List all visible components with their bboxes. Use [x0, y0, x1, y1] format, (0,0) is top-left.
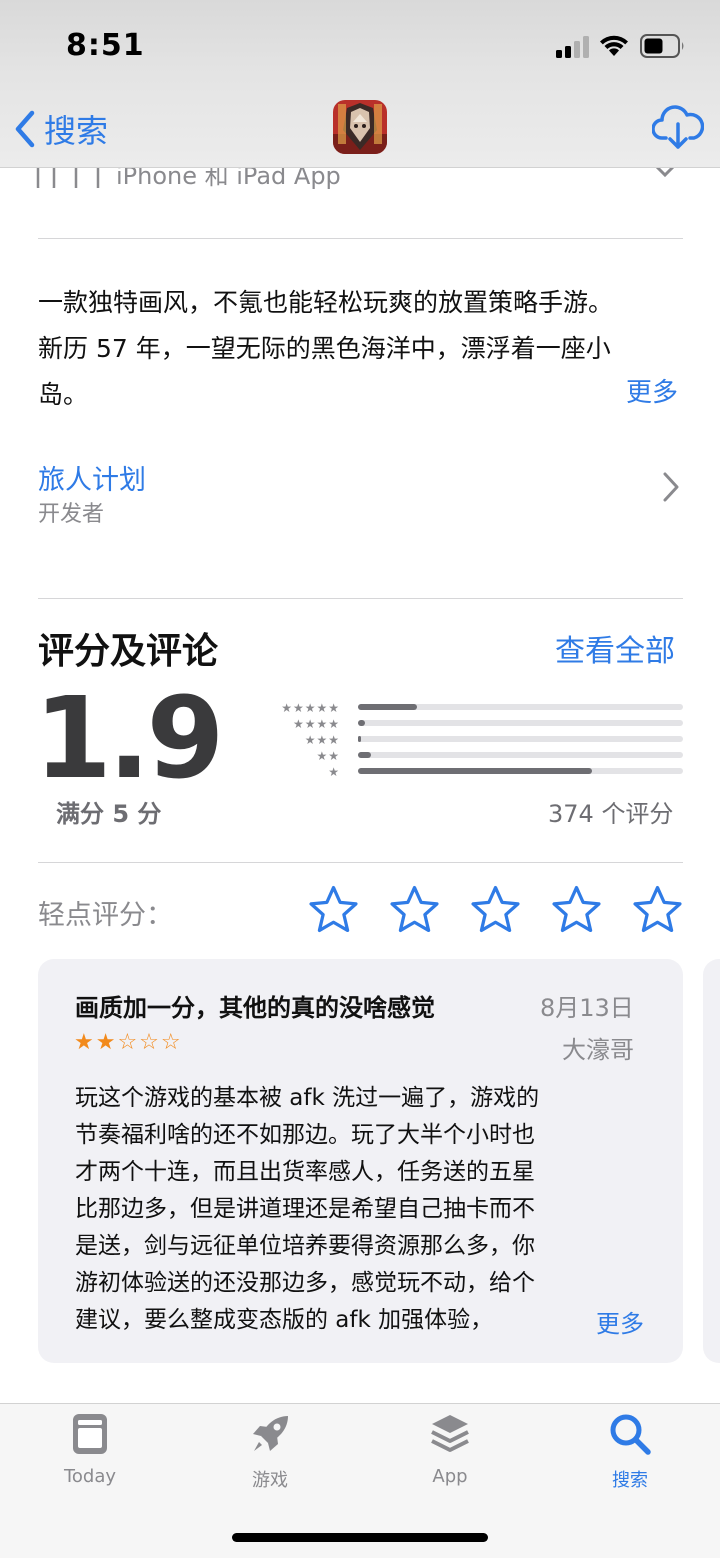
- review-body-line: 节奏福利啥的还不如那边。玩了大半个小时也: [75, 1122, 535, 1148]
- search-icon: [610, 1414, 651, 1455]
- review-stars: ★★☆☆☆: [74, 1030, 183, 1055]
- next-review-card[interactable]: [703, 959, 720, 1363]
- back-button[interactable]: 搜索: [14, 106, 108, 152]
- divider: [38, 238, 683, 239]
- developer-label: 开发者: [38, 502, 105, 527]
- description-line: 岛。: [38, 380, 89, 409]
- signal-icon: [556, 36, 590, 62]
- layers-icon: [431, 1415, 469, 1452]
- rating-out-of: 满分 5 分: [56, 800, 162, 828]
- histogram-star-label: ★★★★: [292, 717, 340, 731]
- histogram-star-label: ★: [328, 765, 340, 779]
- chevron-right-icon[interactable]: [660, 470, 682, 504]
- review-body-line: 比那边多，但是讲道理还是希望自己抽卡而不: [75, 1196, 535, 1222]
- review-body-line: 游初体验送的还没那边多，感觉玩不动，给个: [75, 1270, 535, 1296]
- chevron-left-icon: [15, 110, 35, 148]
- tab-games[interactable]: 游戏: [210, 1412, 330, 1492]
- histogram-bar-fill: [358, 704, 417, 710]
- histogram-bar: [358, 736, 683, 742]
- star-outline-icon[interactable]: [389, 884, 440, 934]
- histogram-bar-fill: [358, 736, 362, 742]
- histogram-bar: [358, 720, 683, 726]
- divider: [38, 598, 683, 599]
- histogram-bar: [358, 704, 683, 710]
- tab-label: 游戏: [252, 1470, 288, 1491]
- review-body-line: 是送，剑与远征单位培养要得资源那么多，你: [75, 1233, 535, 1259]
- review-author: 大濠哥: [562, 1036, 634, 1064]
- home-indicator[interactable]: [232, 1533, 488, 1542]
- histogram-star-label: ★★★: [304, 733, 340, 747]
- ratings-section-title: 评分及评论: [38, 631, 219, 672]
- tab-today[interactable]: Today: [30, 1412, 150, 1487]
- histogram-bar-fill: [358, 720, 365, 726]
- review-body-line: 玩这个游戏的基本被 afk 洗过一遍了，游戏的: [75, 1085, 540, 1111]
- tab-search[interactable]: 搜索: [570, 1412, 690, 1492]
- app-description: 一款独特画风，不氪也能轻松玩爽的放置策略手游。 新历 57 年，一望无际的黑色海…: [38, 280, 688, 418]
- star-outline-icon[interactable]: [470, 884, 521, 934]
- rocket-icon: [253, 1416, 288, 1451]
- app-icon: [333, 100, 387, 154]
- navigation-bar: 8:51 搜索: [0, 0, 720, 168]
- see-all-link[interactable]: 查看全部: [555, 626, 675, 670]
- histogram-bar-fill: [358, 768, 592, 774]
- histogram-bar: [358, 768, 683, 774]
- rating-count: 374 个评分: [548, 800, 674, 828]
- histogram-star-label: ★★★★★: [281, 701, 340, 715]
- developer-name-link[interactable]: 旅人计划: [38, 458, 146, 497]
- divider: [38, 862, 683, 863]
- battery-icon: [640, 34, 686, 62]
- histogram-bar-fill: [358, 752, 371, 758]
- status-time: 8:51: [66, 28, 145, 63]
- star-outline-icon[interactable]: [308, 884, 359, 934]
- description-line: 新历 57 年，一望无际的黑色海洋中，漂浮着一座小: [38, 334, 611, 363]
- review-more-link[interactable]: 更多: [590, 1304, 644, 1339]
- tab-label: App: [432, 1466, 468, 1487]
- wifi-icon: [598, 34, 630, 62]
- average-rating: 1.9: [34, 674, 224, 804]
- tab-apps[interactable]: App: [390, 1412, 510, 1487]
- tab-label: 搜索: [612, 1470, 648, 1491]
- tap-to-rate-label: 轻点评分：: [38, 900, 173, 931]
- back-label: 搜索: [44, 112, 109, 150]
- tab-label: Today: [63, 1466, 117, 1487]
- review-title: 画质加一分，其他的真的没啥感觉: [75, 994, 435, 1022]
- histogram-bar: [358, 752, 683, 758]
- download-cloud-icon[interactable]: [651, 104, 705, 154]
- today-icon: [73, 1414, 107, 1454]
- histogram-star-label: ★★: [316, 749, 340, 763]
- review-date: 8月13日: [540, 994, 634, 1022]
- review-body-line: 才两个十连，而且出货率感人，任务送的五星: [75, 1159, 535, 1185]
- tap-to-rate-stars: [308, 884, 683, 934]
- star-outline-icon[interactable]: [632, 884, 683, 934]
- review-body-line: 建议，要么整成变态版的 afk 加强体验，: [75, 1307, 494, 1333]
- review-body: 玩这个游戏的基本被 afk 洗过一遍了，游戏的 节奏福利啥的还不如那边。玩了大半…: [75, 1080, 645, 1339]
- star-outline-icon[interactable]: [551, 884, 602, 934]
- description-more-link[interactable]: 更多: [626, 372, 678, 409]
- description-line: 一款独特画风，不氪也能轻松玩爽的放置策略手游。: [38, 288, 614, 317]
